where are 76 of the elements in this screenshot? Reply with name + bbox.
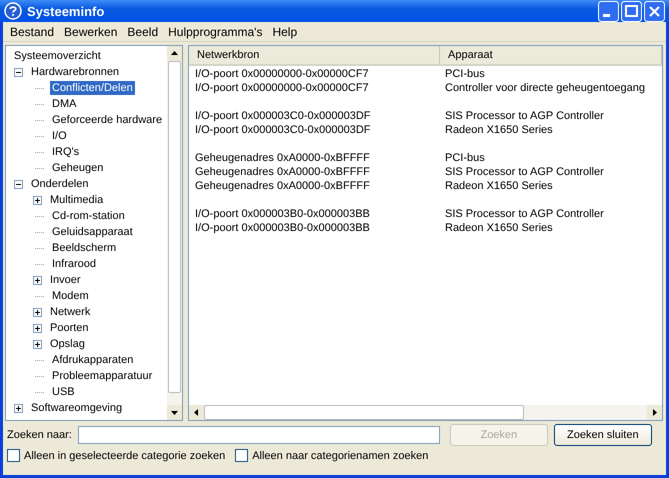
- table-cell-text: SIS Processor to AGP Controller: [444, 208, 605, 220]
- minimize-button[interactable]: [598, 0, 619, 22]
- table-cell-text: I/O-poort 0x00000000-0x00000CF7: [194, 82, 370, 94]
- expand-icon[interactable]: [33, 276, 42, 284]
- table-cell-text: I/O-poort 0x000003B0-0x000003BB: [194, 222, 371, 234]
- collapse-icon[interactable]: [14, 68, 23, 76]
- collapse-icon[interactable]: [14, 180, 23, 188]
- tree-item[interactable]: Probleemapparatuur: [50, 369, 154, 383]
- table-cell-text: Radeon X1650 Series: [444, 180, 554, 192]
- checkbox-label[interactable]: Alleen in geselecteerde categorie zoeken: [24, 450, 226, 462]
- tree-item[interactable]: Infrarood: [50, 257, 98, 271]
- search-label: Zoeken naar:: [7, 429, 72, 441]
- tree-item[interactable]: Softwareomgeving: [29, 401, 124, 415]
- table-cell-text: I/O-poort 0x000003C0-0x000003DF: [194, 110, 372, 122]
- tree-item[interactable]: Opslag: [48, 337, 87, 351]
- table-cell-text: Geheugenadres 0xA0000-0xBFFFF: [194, 180, 371, 192]
- table-cell-text: SIS Processor to AGP Controller: [444, 110, 605, 122]
- scroll-down-icon[interactable]: [167, 405, 182, 420]
- expand-icon[interactable]: [33, 308, 42, 316]
- tree-item[interactable]: IRQ's: [50, 145, 82, 159]
- menu-item[interactable]: Bewerken: [59, 24, 122, 38]
- scroll-thumb[interactable]: [204, 405, 524, 420]
- tree-item[interactable]: Geheugen: [50, 161, 106, 175]
- table-cell-text: Radeon X1650 Series: [444, 222, 554, 234]
- menu-item[interactable]: Beeld: [122, 24, 164, 38]
- checkbox[interactable]: [235, 449, 248, 462]
- horizontal-scrollbar[interactable]: [189, 405, 662, 420]
- tree-item[interactable]: Poorten: [48, 321, 91, 335]
- tree-item[interactable]: Multimedia: [48, 193, 106, 207]
- tree-item[interactable]: USB: [50, 385, 77, 399]
- scroll-right-icon[interactable]: [647, 405, 662, 420]
- tree-item[interactable]: Geforceerde hardware: [50, 113, 164, 127]
- tree-item[interactable]: Beeldscherm: [50, 241, 118, 255]
- expand-icon[interactable]: [33, 196, 42, 204]
- help-icon: [4, 2, 22, 20]
- tree-item[interactable]: Systeemoverzicht: [12, 49, 103, 63]
- menu-item[interactable]: Bestand: [5, 24, 60, 38]
- column-header[interactable]: Netwerkbron: [189, 46, 440, 64]
- expand-icon[interactable]: [14, 404, 23, 412]
- scroll-up-icon[interactable]: [167, 46, 182, 61]
- expand-icon[interactable]: [33, 340, 42, 348]
- tree-item[interactable]: Afdrukapparaten: [50, 353, 136, 367]
- tree-item[interactable]: Netwerk: [48, 305, 92, 319]
- table-cell-text: I/O-poort 0x00000000-0x00000CF7: [194, 68, 370, 80]
- tree-item[interactable]: I/O: [50, 129, 69, 143]
- table-cell-text: Geheugenadres 0xA0000-0xBFFFF: [194, 166, 371, 178]
- tree-item[interactable]: Invoer: [48, 273, 83, 287]
- table-cell-text: SIS Processor to AGP Controller: [444, 166, 605, 178]
- tree-item[interactable]: Conflicten/Delen: [50, 81, 135, 95]
- checkbox-label[interactable]: Alleen naar categorienamen zoeken: [252, 450, 428, 462]
- window-title: Systeeminfo: [27, 4, 106, 18]
- tree-item[interactable]: DMA: [50, 97, 78, 111]
- close-search-button[interactable]: Zoeken sluiten: [554, 424, 652, 446]
- close-button[interactable]: [644, 0, 665, 22]
- expand-icon[interactable]: [33, 324, 42, 332]
- table-cell-text: PCI-bus: [444, 68, 486, 80]
- tree-item[interactable]: Hardwarebronnen: [29, 65, 122, 79]
- tree-item[interactable]: Cd-rom-station: [50, 209, 127, 223]
- table-cell-text: I/O-poort 0x000003B0-0x000003BB: [194, 208, 371, 220]
- tree-item[interactable]: Modem: [50, 289, 91, 303]
- menu-item[interactable]: Hulpprogramma's: [163, 24, 268, 38]
- column-header[interactable]: Apparaat: [440, 46, 662, 64]
- tree-item[interactable]: Geluidsapparaat: [50, 225, 135, 239]
- checkbox[interactable]: [7, 449, 20, 462]
- maximize-button[interactable]: [621, 0, 642, 22]
- table-cell-text: Controller voor directe geheugentoegang: [444, 82, 646, 94]
- table-cell-text: I/O-poort 0x000003C0-0x000003DF: [194, 124, 372, 136]
- scroll-thumb[interactable]: [168, 61, 181, 393]
- scroll-left-icon[interactable]: [189, 405, 204, 420]
- table-cell-text: Geheugenadres 0xA0000-0xBFFFF: [194, 152, 371, 164]
- table-cell-text: Radeon X1650 Series: [444, 124, 554, 136]
- tree-item[interactable]: Onderdelen: [29, 177, 90, 191]
- table-cell-text: PCI-bus: [444, 152, 486, 164]
- vertical-scrollbar[interactable]: [167, 46, 182, 420]
- search-field[interactable]: [78, 426, 440, 444]
- menu-item[interactable]: Help: [267, 24, 302, 38]
